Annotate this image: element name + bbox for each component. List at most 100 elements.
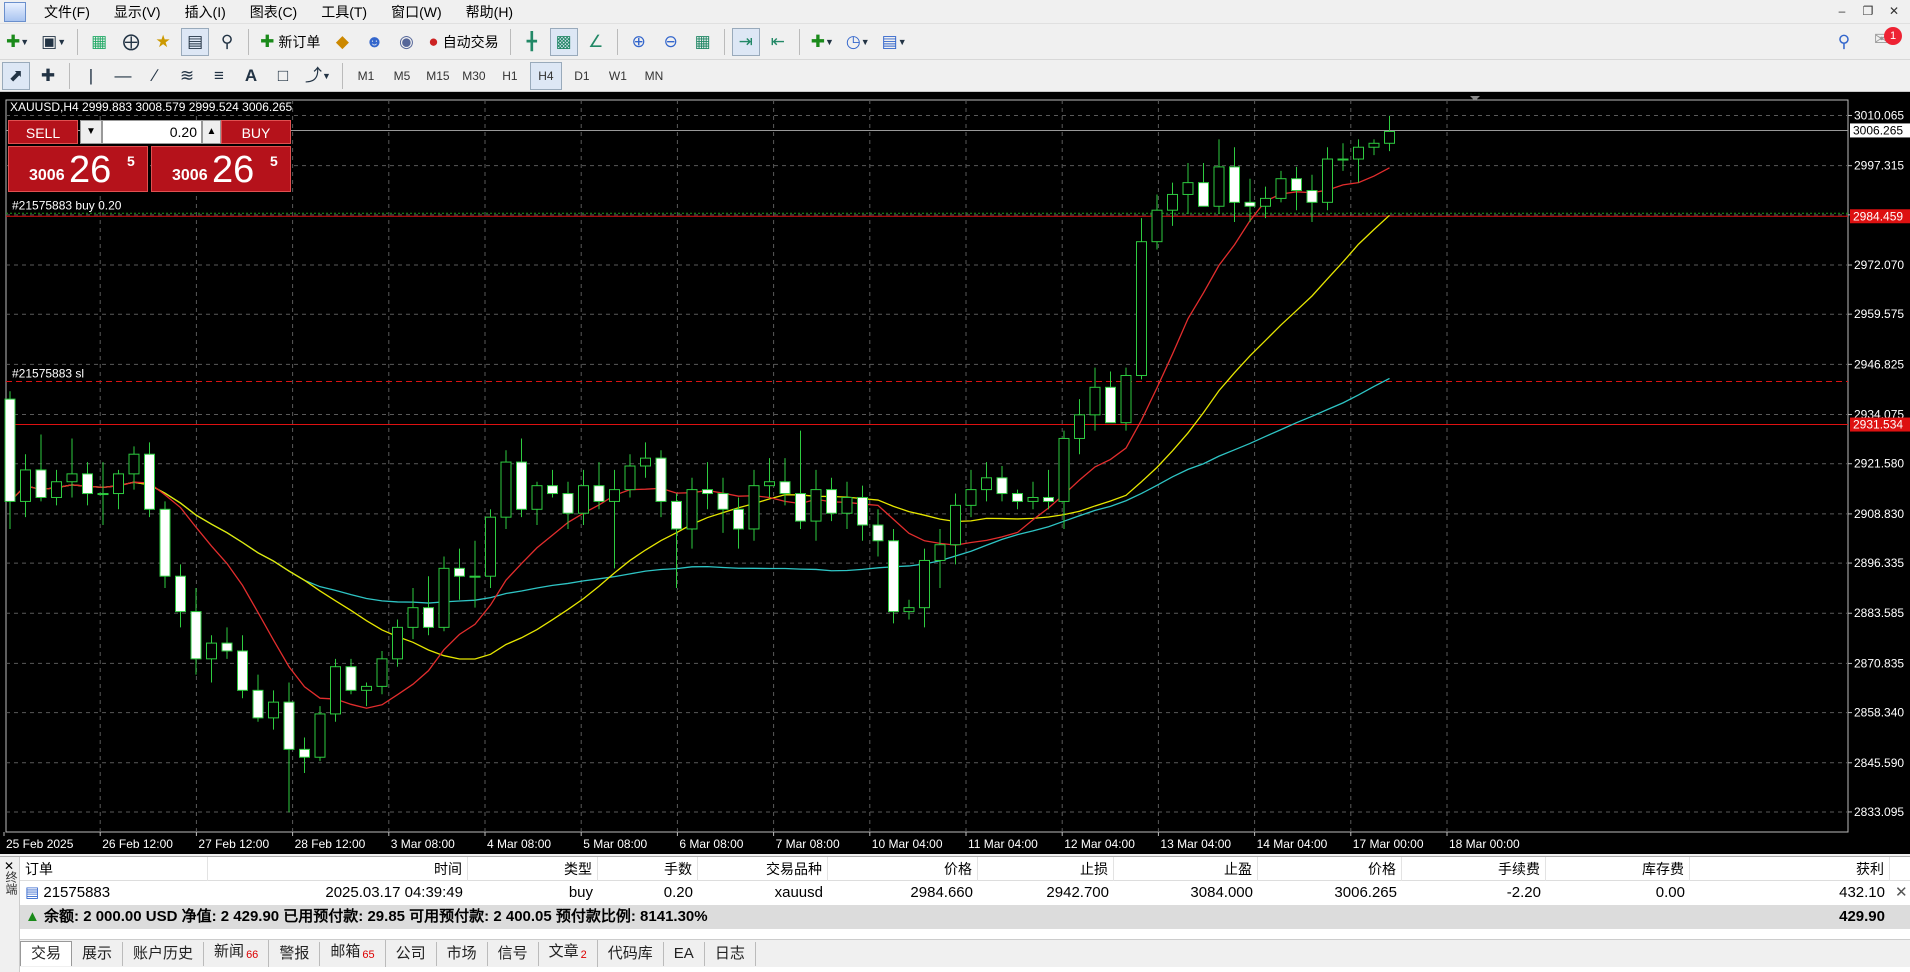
y-tick-label: 2921.580 — [1854, 457, 1904, 471]
col-commission[interactable]: 手续费 — [1402, 857, 1546, 881]
candlestick-button[interactable]: ▩ — [549, 27, 578, 56]
market-watch-button[interactable]: ▦ — [85, 28, 113, 56]
sell-button[interactable]: SELL — [8, 120, 78, 144]
crosshair-tool[interactable]: ✚ — [34, 62, 62, 90]
templates-button[interactable]: ▤ ▼ — [878, 28, 911, 56]
terminal-tab-2[interactable]: 账户历史 — [123, 941, 205, 966]
auto-trading-button[interactable]: ● 自动交易 — [424, 28, 502, 56]
table-row[interactable]: ▤ 21575883 2025.03.17 04:39:49 buy 0.20 … — [20, 881, 1910, 905]
signals-button[interactable]: ☻ — [360, 28, 388, 56]
col-price[interactable]: 价格 — [828, 857, 978, 881]
profiles-icon: ▣ — [41, 32, 58, 51]
data-window-button[interactable]: ⨁ — [117, 28, 145, 56]
chart-window[interactable]: 3010.0652997.3152984.8202972.0702959.575… — [0, 92, 1910, 854]
text-label-tool[interactable]: □ — [269, 62, 297, 90]
market-button[interactable]: ◉ — [392, 28, 420, 56]
metaeditor-button[interactable]: ◆ — [328, 28, 356, 56]
terminal-tab-3[interactable]: 新闻 66 — [204, 940, 270, 967]
terminal-button[interactable]: ▤ — [181, 27, 210, 56]
close-icon[interactable]: ✕ — [1884, 4, 1904, 20]
lot-dropdown[interactable]: ▼ — [80, 120, 102, 144]
timeframe-w1[interactable]: W1 — [602, 62, 634, 90]
horizontal-line-tool[interactable]: — — [109, 62, 137, 90]
order-sl[interactable]: 2942.700 — [978, 881, 1114, 905]
price-chart[interactable]: 3010.0652997.3152984.8202972.0702959.575… — [0, 92, 1910, 854]
line-chart-button[interactable]: ∠ — [582, 28, 610, 56]
col-cur-price[interactable]: 价格 — [1258, 857, 1402, 881]
menu-window[interactable]: 窗口(W) — [379, 0, 454, 24]
autoscroll-button[interactable]: ⇤ — [764, 28, 792, 56]
col-symbol[interactable]: 交易品种 — [698, 857, 828, 881]
terminal-tab-6[interactable]: 公司 — [386, 941, 437, 966]
buy-price-box[interactable]: 3006 26 5 — [151, 146, 291, 192]
vertical-line-tool[interactable]: | — [77, 62, 105, 90]
col-sl[interactable]: 止损 — [978, 857, 1114, 881]
terminal-tab-0[interactable]: 交易 — [20, 941, 73, 966]
timeframe-d1[interactable]: D1 — [566, 62, 598, 90]
menu-view[interactable]: 显示(V) — [102, 0, 173, 24]
timeframe-h1[interactable]: H1 — [494, 62, 526, 90]
sell-price-box[interactable]: 3006 26 5 — [8, 146, 148, 192]
timeframe-mn[interactable]: MN — [638, 62, 670, 90]
navigator-button[interactable]: ★ — [149, 28, 177, 56]
timeframe-m1[interactable]: M1 — [350, 62, 382, 90]
fibonacci-tool[interactable]: ≡ — [205, 62, 233, 90]
col-time[interactable]: 时间 — [208, 857, 468, 881]
bar-chart-button[interactable]: ╋ — [518, 28, 546, 56]
menu-tools[interactable]: 工具(T) — [309, 0, 379, 24]
strategy-tester-button[interactable]: ⚲ — [213, 28, 241, 56]
text-tool[interactable]: A — [237, 62, 265, 90]
terminal-tab-10[interactable]: 代码库 — [598, 941, 664, 966]
horizontal-line-icon: — — [114, 66, 132, 85]
terminal-tab-11[interactable]: EA — [664, 941, 705, 966]
col-swap[interactable]: 库存费 — [1546, 857, 1690, 881]
col-order[interactable]: 订单 — [20, 857, 208, 881]
order-tp[interactable]: 3084.000 — [1114, 881, 1258, 905]
menu-charts[interactable]: 图表(C) — [238, 0, 309, 24]
mt4-window: 文件(F) 显示(V) 插入(I) 图表(C) 工具(T) 窗口(W) 帮助(H… — [0, 0, 1910, 972]
terminal-tab-12[interactable]: 日志 — [705, 941, 756, 966]
tab-badge: 66 — [246, 949, 259, 961]
lot-input[interactable]: 0.20 — [102, 120, 202, 144]
arrows-tool[interactable]: ⤴ ▼ — [301, 62, 335, 90]
col-lots[interactable]: 手数 — [598, 857, 698, 881]
buy-button[interactable]: BUY — [221, 120, 291, 144]
new-order-button[interactable]: ✚ 新订单 — [256, 28, 324, 56]
menu-help[interactable]: 帮助(H) — [454, 0, 525, 24]
terminal-tab-8[interactable]: 信号 — [488, 941, 539, 966]
timeframe-m30[interactable]: M30 — [458, 62, 490, 90]
timeframe-m5[interactable]: M5 — [386, 62, 418, 90]
candle — [1182, 182, 1194, 195]
restore-icon[interactable]: ❐ — [1858, 4, 1878, 20]
col-type[interactable]: 类型 — [468, 857, 598, 881]
tile-windows-button[interactable]: ▦ — [689, 28, 717, 56]
periods-button[interactable]: ◷ ▼ — [842, 28, 874, 56]
menu-file[interactable]: 文件(F) — [32, 0, 102, 24]
timeframe-m15[interactable]: M15 — [422, 62, 454, 90]
chart-shift-button[interactable]: ⇥ — [731, 27, 760, 56]
cursor-tool[interactable]: ⬈ — [2, 61, 30, 90]
lot-increase[interactable]: ▲ — [202, 120, 221, 144]
terminal-tab-7[interactable]: 市场 — [437, 941, 488, 966]
close-order-icon[interactable]: ✕ — [1890, 881, 1910, 905]
terminal-tab-5[interactable]: 邮箱 65 — [320, 940, 386, 967]
terminal-tab-4[interactable]: 警报 — [269, 941, 321, 966]
profiles-button[interactable]: ▣ ▼ — [37, 28, 70, 56]
terminal-tab-9[interactable]: 文章 2 — [539, 940, 598, 967]
order-type: buy — [568, 884, 593, 901]
zoom-in-button[interactable]: ⊕ — [625, 28, 653, 56]
zoom-out-button[interactable]: ⊖ — [657, 28, 685, 56]
trendline-tool[interactable]: ∕ — [141, 62, 169, 90]
channel-tool[interactable]: ≋ — [173, 62, 201, 90]
notifications-button[interactable]: ✉ 1 — [1874, 26, 1902, 55]
col-profit[interactable]: 获利 — [1690, 857, 1890, 881]
terminal-tab-1[interactable]: 展示 — [72, 941, 124, 966]
indicators-button[interactable]: ✚ ▼ — [807, 28, 838, 56]
minimize-icon[interactable]: – — [1832, 4, 1852, 20]
table-header-row: 订单 时间 类型 手数 交易品种 价格 止损 止盈 价格 手续费 库存费 获利 — [20, 857, 1910, 881]
col-tp[interactable]: 止盈 — [1114, 857, 1258, 881]
new-chart-button[interactable]: ✚ ▼ — [2, 28, 33, 56]
timeframe-h4[interactable]: H4 — [529, 61, 562, 90]
search-button[interactable]: ⚲ — [1830, 28, 1858, 56]
menu-insert[interactable]: 插入(I) — [173, 0, 238, 24]
